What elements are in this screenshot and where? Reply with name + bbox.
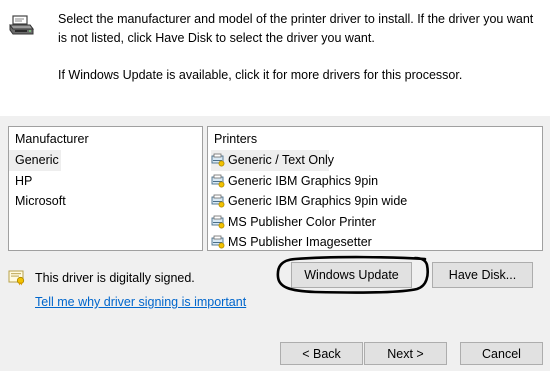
driver-signing-info-link[interactable]: Tell me why driver signing is important xyxy=(35,295,246,309)
cancel-button[interactable]: Cancel xyxy=(460,342,543,365)
manufacturer-column-header: Manufacturer xyxy=(15,132,89,146)
printer-item-label: Generic IBM Graphics 9pin wide xyxy=(228,194,408,209)
next-button[interactable]: Next > xyxy=(364,342,447,365)
manufacturer-item-microsoft[interactable]: Microsoft xyxy=(9,191,202,212)
printer-item[interactable]: Generic IBM Graphics 9pin wide xyxy=(208,191,542,212)
instructions-text: Select the manufacturer and model of the… xyxy=(58,10,538,85)
manufacturer-listbox[interactable]: Manufacturer Generic HP Microsoft xyxy=(8,126,203,251)
printer-item-label: MS Publisher Imagesetter xyxy=(228,235,372,250)
manufacturer-item-hp[interactable]: HP xyxy=(9,171,202,192)
signed-driver-icon xyxy=(8,269,26,286)
printer-item[interactable]: MS Publisher Color Printer xyxy=(208,212,542,233)
wizard-header: Select the manufacturer and model of the… xyxy=(0,0,550,116)
instructions-line-2: If Windows Update is available, click it… xyxy=(58,68,463,82)
back-button[interactable]: < Back xyxy=(280,342,363,365)
printers-column-header: Printers xyxy=(214,132,258,146)
signed-printer-icon xyxy=(211,215,225,229)
have-disk-button[interactable]: Have Disk... xyxy=(432,262,533,288)
printer-item-label: MS Publisher Color Printer xyxy=(228,214,376,229)
signed-printer-icon xyxy=(211,174,225,188)
manufacturer-item-label: Generic xyxy=(15,153,59,168)
driver-signed-status: This driver is digitally signed. xyxy=(8,269,195,286)
signed-printer-icon xyxy=(211,153,225,167)
manufacturer-item-generic[interactable]: Generic xyxy=(9,150,61,171)
manufacturer-item-label: HP xyxy=(15,173,33,188)
printer-item[interactable]: Generic / Text Only xyxy=(211,150,334,171)
instructions-line-1: Select the manufacturer and model of the… xyxy=(58,12,534,45)
printer-item[interactable]: MS Publisher Imagesetter xyxy=(208,232,542,250)
printer-driver-icon xyxy=(9,14,35,38)
windows-update-button[interactable]: Windows Update xyxy=(291,262,412,288)
signed-printer-icon xyxy=(211,194,225,208)
signed-printer-icon xyxy=(211,235,225,249)
printers-listbox[interactable]: Printers Generic / Text Only Generic IBM… xyxy=(207,126,543,251)
manufacturer-item-label: Microsoft xyxy=(15,194,66,209)
printer-item-label: Generic / Text Only xyxy=(228,153,335,168)
signed-status-text: This driver is digitally signed. xyxy=(35,270,195,285)
printer-item-label: Generic IBM Graphics 9pin xyxy=(228,173,379,188)
printer-item[interactable]: Generic IBM Graphics 9pin xyxy=(208,171,542,192)
